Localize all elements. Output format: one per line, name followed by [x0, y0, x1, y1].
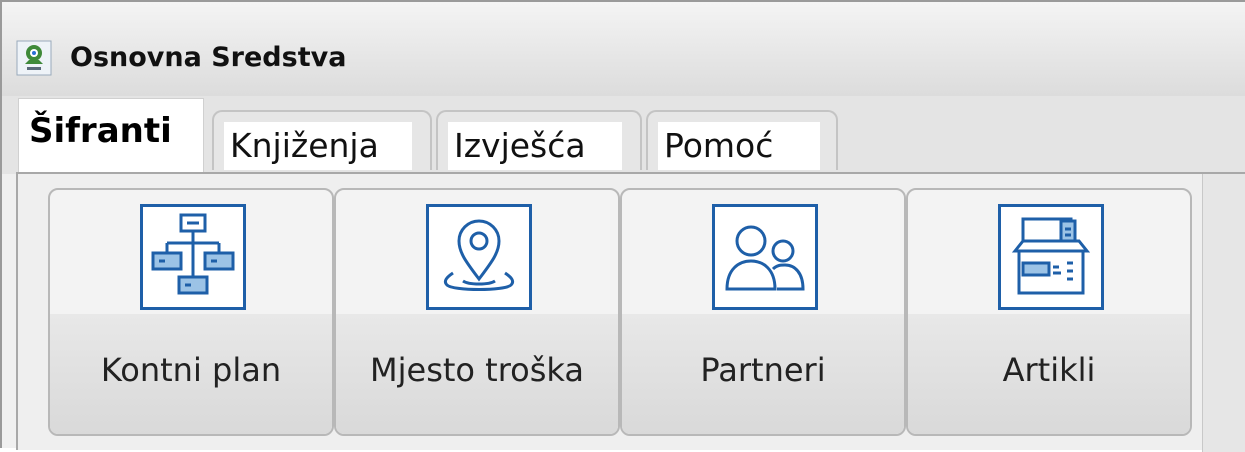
tab-label: Izvješća: [448, 122, 622, 170]
button-label: Partneri: [700, 351, 826, 389]
artikli-button[interactable]: Artikli: [906, 188, 1192, 436]
tab-knjizenja[interactable]: Knjiženja: [212, 110, 432, 170]
tab-sifranti[interactable]: Šifranti: [18, 98, 204, 174]
button-label: Artikli: [1002, 351, 1096, 389]
app-logo-icon: [16, 40, 52, 76]
ribbon-right-panel: [1202, 174, 1245, 452]
tab-label: Knjiženja: [224, 122, 412, 170]
tab-izvjesca[interactable]: Izvješća: [436, 110, 642, 170]
button-label: Kontni plan: [100, 351, 282, 389]
users-icon: [712, 204, 818, 310]
box-icon: [998, 204, 1104, 310]
window-title: Osnovna Sredstva: [70, 42, 347, 73]
ribbon-panel: Kontni plan Mjesto troška Partneri Artik…: [16, 172, 1245, 452]
title-bar: Osnovna Sredstva: [2, 2, 1245, 97]
kontni-plan-button[interactable]: Kontni plan: [48, 188, 334, 436]
tab-label: Pomoć: [658, 122, 820, 170]
tab-strip: Šifranti Knjiženja Izvješća Pomoć: [2, 96, 1245, 174]
partneri-button[interactable]: Partneri: [620, 188, 906, 436]
mjesto-troska-button[interactable]: Mjesto troška: [334, 188, 620, 436]
location-pin-icon: [426, 204, 532, 310]
tab-label: Šifranti: [29, 111, 172, 151]
org-chart-icon: [140, 204, 246, 310]
button-label: Mjesto troška: [370, 351, 584, 389]
tab-pomoc[interactable]: Pomoć: [646, 110, 838, 170]
app-window: Osnovna Sredstva Šifranti Knjiženja Izvj…: [0, 0, 1245, 452]
